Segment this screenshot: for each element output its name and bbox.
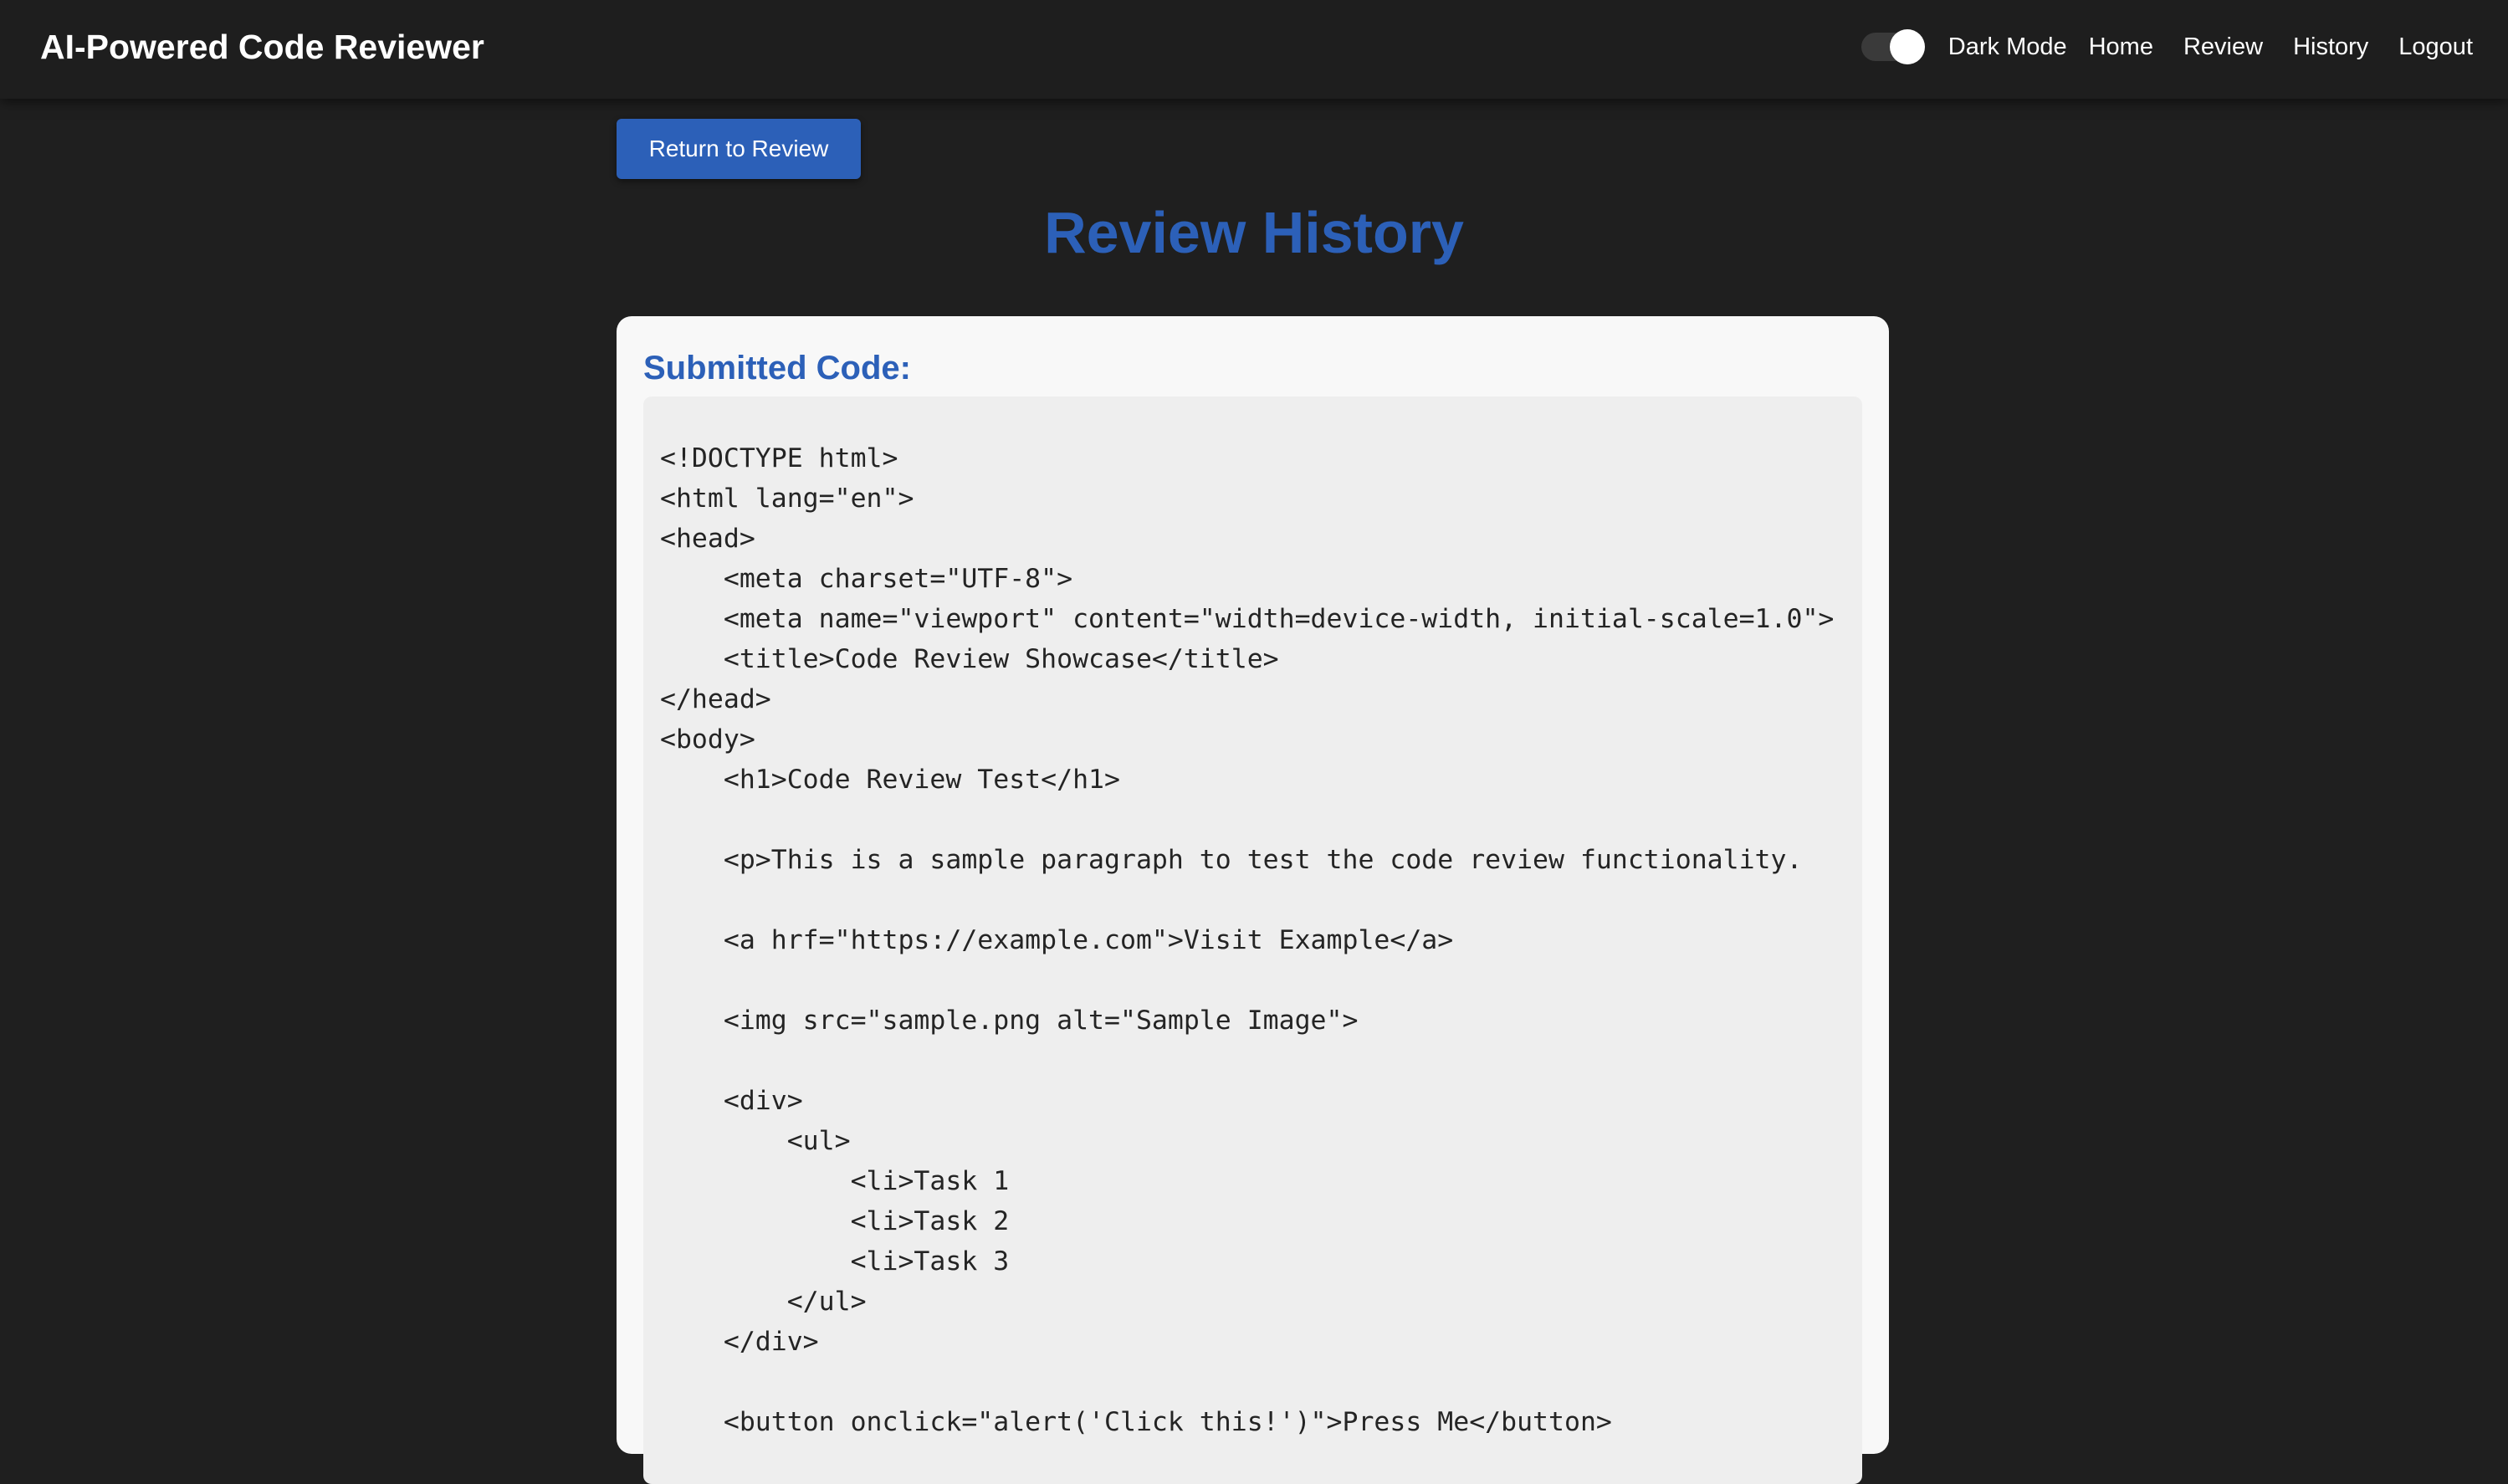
return-to-review-button[interactable]: Return to Review [617, 119, 861, 179]
dark-mode-label: Dark Mode [1948, 33, 2067, 60]
dark-mode-toggle[interactable] [1861, 29, 1925, 64]
app-title: AI-Powered Code Reviewer [40, 28, 484, 66]
history-entry-card: Submitted Code: <!DOCTYPE html> <html la… [617, 316, 1889, 1484]
nav-link-logout[interactable]: Logout [2398, 33, 2473, 61]
main-nav: Dark Mode Home Review History Logout [1861, 0, 2473, 94]
nav-link-home[interactable]: Home [2089, 33, 2153, 61]
nav-link-review[interactable]: Review [2183, 33, 2263, 61]
toggle-knob-icon [1889, 29, 1925, 64]
top-navbar: AI-Powered Code Reviewer Dark Mode Home … [0, 0, 2508, 99]
page-title: Review History [1044, 200, 1464, 265]
code-text: <!DOCTYPE html> <html lang="en"> <head> … [660, 443, 1835, 1437]
submitted-code-heading: Submitted Code: [643, 350, 911, 386]
nav-link-history[interactable]: History [2293, 33, 2368, 61]
submitted-code-block[interactable]: <!DOCTYPE html> <html lang="en"> <head> … [643, 397, 1862, 1484]
